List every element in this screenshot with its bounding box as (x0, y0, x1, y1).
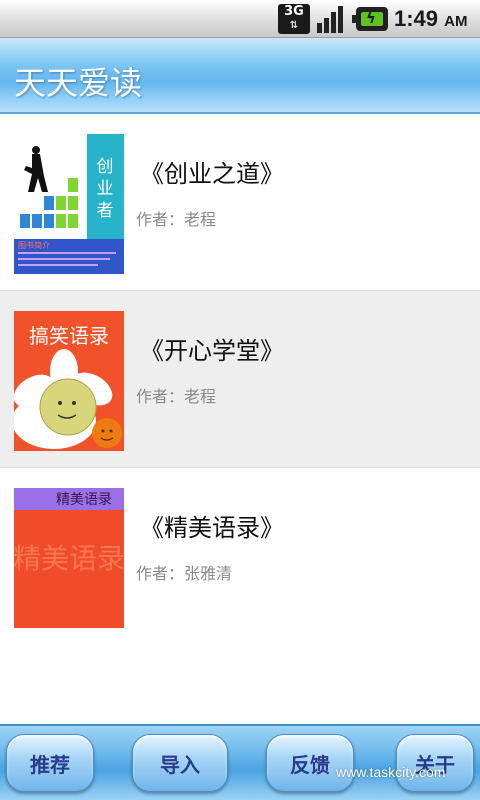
feedback-button[interactable]: 反馈 (266, 734, 354, 792)
book-list: 创 业 者 图书简介 《创业之道》 作者：老程 搞笑语录 《开心学堂》 作者：老… (0, 114, 480, 645)
network-3g-icon: 3G ⇅ (278, 4, 310, 34)
book-cover-jingmei: 精美语录 精美语录 (14, 488, 124, 628)
about-button[interactable]: 关于 (396, 734, 474, 792)
status-bar: 3G ⇅ ϟ 1:49 AM (0, 0, 480, 38)
book-title: 《创业之道》 (140, 160, 284, 188)
book-author: 作者：老程 (136, 387, 217, 406)
book-title: 《开心学堂》 (140, 337, 284, 365)
app-title-bar: 天天爱读 (0, 38, 480, 114)
clock-ampm: AM (444, 13, 468, 30)
battery-charging-icon: ϟ (352, 7, 388, 31)
import-button[interactable]: 导入 (132, 734, 228, 792)
book-author: 作者：老程 (136, 210, 217, 229)
cover-small-title: 精美语录 (56, 492, 112, 508)
recommend-button[interactable]: 推荐 (6, 734, 94, 792)
book-author: 作者：张雅清 (136, 564, 233, 583)
bottom-nav-bar: 推荐 导入 反馈 关于 (0, 724, 480, 800)
book-item-jingmei[interactable]: 精美语录 精美语录 《精美语录》 作者：张雅清 (0, 468, 480, 645)
cover-caption: 图书简介 (18, 240, 50, 250)
clock-time: 1:49 (394, 6, 439, 31)
data-arrows-icon: ⇅ (289, 20, 299, 31)
book-item-chuangye[interactable]: 创 业 者 图书简介 《创业之道》 作者：老程 (0, 114, 480, 291)
book-cover-kaixin: 搞笑语录 (14, 311, 124, 451)
cover-vertical-text-3: 者 (97, 201, 114, 221)
network-type-label: 3G (284, 4, 304, 19)
book-title: 《精美语录》 (140, 514, 284, 542)
cover-title-text: 搞笑语录 (29, 324, 109, 348)
book-item-kaixin[interactable]: 搞笑语录 《开心学堂》 作者：老程 (0, 291, 480, 468)
watermark-text: www.taskcity.com (336, 764, 446, 780)
signal-bars-icon (317, 6, 343, 33)
cover-vertical-text-2: 业 (97, 179, 114, 199)
cover-vertical-text-1: 创 (97, 157, 114, 177)
cover-big-title: 精美语录 (14, 542, 124, 575)
app-title: 天天爱读 (14, 64, 143, 102)
status-time: 1:49 AM (394, 6, 468, 32)
book-cover-chuangye: 创 业 者 图书简介 (14, 134, 124, 274)
